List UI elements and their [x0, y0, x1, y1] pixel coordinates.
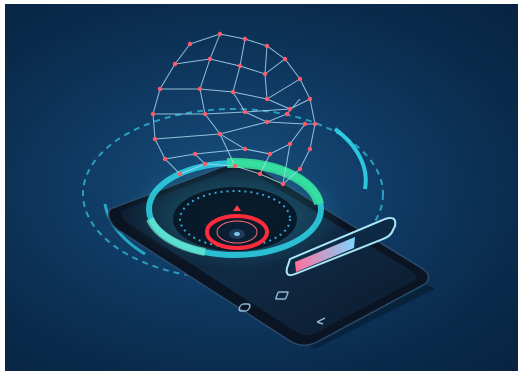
- illustration-frame: [5, 4, 518, 371]
- scan-rings: [125, 157, 345, 269]
- illustration-canvas: [82, 31, 435, 349]
